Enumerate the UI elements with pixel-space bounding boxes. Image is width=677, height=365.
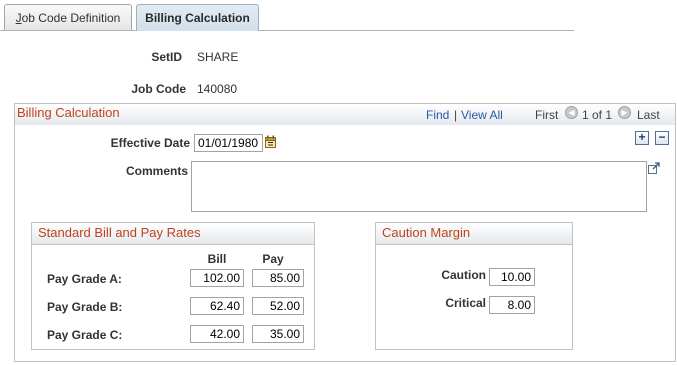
caution-margin-group: Caution Margin <box>375 222 573 350</box>
add-row-button[interactable]: + <box>635 131 649 145</box>
row-range: 1 of 1 <box>582 108 613 122</box>
pay-grade-b-pay-input[interactable] <box>252 297 304 315</box>
critical-label: Critical <box>445 296 486 310</box>
caution-label: Caution <box>441 268 486 282</box>
tab-job-code-definition[interactable]: Job Code Definition <box>4 4 132 30</box>
setid-value: SHARE <box>197 50 239 64</box>
tab-label: Billing Calculation <box>145 11 250 25</box>
nav-separator: | <box>454 108 458 122</box>
find-link[interactable]: Find <box>426 108 449 122</box>
previous-arrow-icon[interactable]: ◀ <box>565 106 578 119</box>
effective-date-label: Effective Date <box>110 136 190 150</box>
critical-input[interactable] <box>489 296 535 314</box>
pay-grade-a-label: Pay Grade A: <box>47 272 122 286</box>
pay-grade-c-bill-input[interactable] <box>190 325 244 343</box>
billing-calculation-title: Billing Calculation <box>17 105 120 120</box>
pay-grade-b-bill-input[interactable] <box>190 297 244 315</box>
pay-grade-c-pay-input[interactable] <box>252 325 304 343</box>
effective-date-input[interactable] <box>194 134 263 152</box>
first-label: First <box>535 108 559 122</box>
pay-grade-a-bill-input[interactable] <box>190 269 244 287</box>
pay-column-header: Pay <box>262 252 284 266</box>
tab-billing-calculation[interactable]: Billing Calculation <box>136 4 259 31</box>
delete-row-button[interactable]: − <box>655 131 669 145</box>
pay-grade-c-label: Pay Grade C: <box>47 328 123 342</box>
next-arrow-icon[interactable]: ▶ <box>618 106 631 119</box>
jobcode-label: Job Code <box>131 82 186 96</box>
pay-grade-a-pay-input[interactable] <box>252 269 304 287</box>
expand-textarea-icon[interactable] <box>648 162 661 174</box>
bill-column-header: Bill <box>207 252 227 266</box>
view-all-link[interactable]: View All <box>461 108 503 122</box>
caution-input[interactable] <box>489 268 535 286</box>
comments-label: Comments <box>125 164 188 178</box>
tab-label-rest: ob Code Definition <box>21 11 121 25</box>
caution-margin-title: Caution Margin <box>376 223 572 245</box>
comments-textarea[interactable] <box>191 161 647 212</box>
jobcode-value: 140080 <box>197 82 238 96</box>
last-label: Last <box>637 108 660 122</box>
setid-label: SetID <box>151 50 182 64</box>
calendar-icon[interactable] <box>265 135 276 148</box>
rates-title: Standard Bill and Pay Rates <box>32 223 314 245</box>
pay-grade-b-label: Pay Grade B: <box>47 300 123 314</box>
